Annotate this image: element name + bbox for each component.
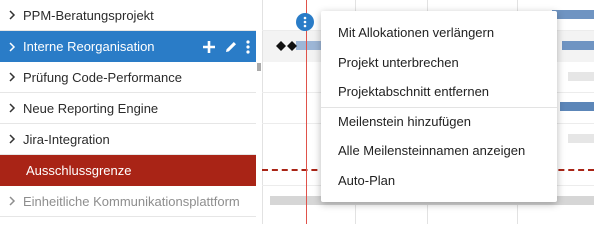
grid-line	[262, 0, 263, 224]
chevron-right-icon[interactable]	[8, 41, 18, 52]
project-bar[interactable]	[296, 41, 324, 50]
row-menu-toggle-icon[interactable]	[296, 13, 314, 31]
plus-icon[interactable]	[202, 40, 216, 54]
context-menu: Mit Allokationen verlängern Projekt unte…	[321, 11, 557, 202]
project-bar[interactable]	[568, 134, 594, 143]
menu-item-add-milestone[interactable]: Meilenstein hinzufügen	[338, 114, 471, 129]
menu-item-pause-project[interactable]: Projekt unterbrechen	[338, 55, 459, 70]
chevron-right-icon[interactable]	[8, 10, 18, 20]
project-name: Prüfung Code-Performance	[23, 69, 182, 85]
project-name: Jira-Integration	[23, 131, 110, 147]
project-name: Interne Reorganisation	[23, 39, 155, 54]
project-row-neue-reporting-engine[interactable]: Neue Reporting Engine	[0, 93, 256, 124]
resize-grip-icon[interactable]	[257, 63, 261, 74]
project-row-interne-reorganisation[interactable]: Interne Reorganisation	[0, 31, 256, 62]
today-line	[306, 0, 307, 224]
vertical-dots-icon[interactable]	[246, 39, 250, 54]
project-bar[interactable]	[552, 10, 594, 19]
menu-item-auto-plan[interactable]: Auto-Plan	[338, 173, 395, 188]
project-name: Einheitliche Kommunikationsplattform	[23, 193, 240, 209]
menu-separator	[321, 107, 557, 108]
menu-item-remove-project-phase[interactable]: Projektabschnitt entfernen	[338, 84, 489, 99]
threshold-label: Ausschlussgrenze	[26, 163, 132, 178]
chevron-right-icon[interactable]	[8, 72, 18, 82]
menu-item-show-all-milestone-names[interactable]: Alle Meilensteinnamen anzeigen	[338, 143, 525, 158]
menu-item-extend-with-allocations[interactable]: Mit Allokationen verlängern	[338, 25, 494, 40]
project-name: PPM-Beratungsprojekt	[23, 7, 154, 23]
chevron-right-icon[interactable]	[8, 196, 18, 206]
diamond-icon[interactable]	[276, 40, 298, 54]
chevron-right-icon[interactable]	[8, 134, 18, 144]
project-name: Neue Reporting Engine	[23, 100, 159, 116]
project-row-jira-integration[interactable]: Jira-Integration	[0, 124, 256, 155]
project-bar[interactable]	[562, 41, 594, 50]
chevron-right-icon[interactable]	[8, 103, 18, 113]
project-bar[interactable]	[568, 72, 594, 81]
project-bar[interactable]	[560, 102, 594, 111]
row-actions	[202, 39, 250, 54]
project-row-pruefung-code-performance[interactable]: Prüfung Code-Performance	[0, 62, 256, 93]
project-list: PPM-Beratungsprojekt Interne Reorganisat…	[0, 0, 256, 224]
pencil-icon[interactable]	[224, 40, 238, 54]
project-row-ppm-beratungsprojekt[interactable]: PPM-Beratungsprojekt	[0, 0, 256, 31]
project-row-einheitliche-kommunikationsplattform[interactable]: Einheitliche Kommunikationsplattform	[0, 186, 256, 217]
exclusion-threshold-row: Ausschlussgrenze	[0, 155, 256, 186]
